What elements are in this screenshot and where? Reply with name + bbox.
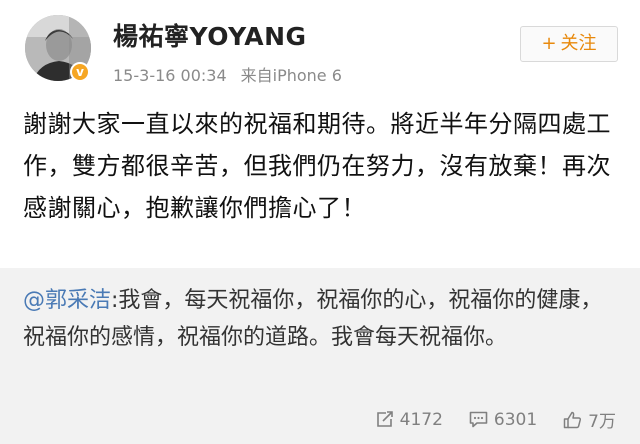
follow-button[interactable]: + 关注: [520, 26, 618, 62]
weibo-post-card: v 楊祐寧YOYANG 15-3-16 00:34 来自iPhone 6 + 关注 …: [0, 0, 640, 444]
post-stats-bar: 4172 6301 7万: [350, 407, 616, 432]
comment-count: 6301: [493, 409, 538, 430]
like-count: 7万: [588, 412, 616, 432]
verified-badge-icon: v: [70, 62, 90, 82]
like-button[interactable]: 7万: [563, 407, 616, 432]
repost-card[interactable]: @郭采洁:我會，每天祝福你，祝福你的心，祝福你的健康，祝福你的感情，祝福你的道路…: [0, 268, 640, 444]
post-text: 謝謝大家一直以來的祝福和期待。將近半年分隔四處工作，雙方都很辛苦，但我們仍在努力…: [23, 110, 611, 222]
plus-icon: +: [541, 33, 557, 54]
repost-count: 4172: [399, 409, 443, 430]
repost-icon: [376, 411, 393, 427]
repost-button[interactable]: 4172: [376, 410, 443, 430]
post-meta: 15-3-16 00:34 来自iPhone 6: [113, 62, 342, 86]
comment-button[interactable]: 6301: [469, 410, 537, 430]
repost-content: @郭采洁:我會，每天祝福你，祝福你的心，祝福你的健康，祝福你的感情，祝福你的道路…: [23, 282, 623, 356]
username[interactable]: 楊祐寧YOYANG: [113, 17, 307, 53]
post-timestamp[interactable]: 15-3-16 00:34: [113, 66, 227, 85]
repost-author-link[interactable]: @郭采洁: [23, 288, 111, 313]
like-icon: [563, 411, 582, 428]
follow-button-label: 关注: [560, 33, 597, 54]
comment-icon: [469, 411, 488, 428]
post-source: 来自iPhone 6: [240, 66, 342, 85]
